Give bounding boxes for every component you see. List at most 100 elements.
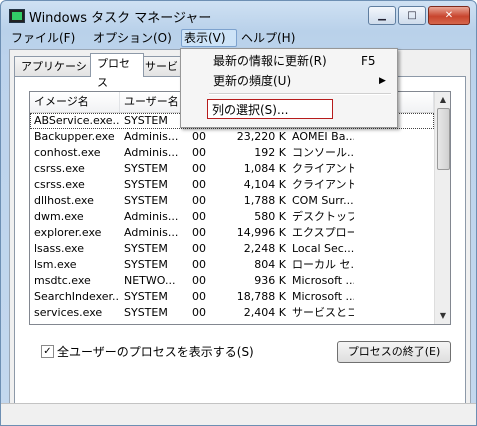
process-cpu: 00	[192, 226, 206, 239]
process-name: msdtc.exe	[34, 274, 91, 287]
minimize-button[interactable]: ▁	[368, 6, 396, 25]
process-cpu: 00	[192, 194, 206, 207]
title-bar[interactable]: Windows タスク マネージャー ▁ □ ✕	[1, 1, 476, 28]
process-memory: 192 K	[254, 146, 286, 159]
process-user: SYSTEM	[124, 194, 168, 207]
tab-applications[interactable]: アプリケーション	[14, 56, 96, 92]
process-memory: 936 K	[254, 274, 286, 287]
table-row[interactable]: dllhost.exe SYSTEM 00 1,788 K COM Surr...	[30, 193, 434, 209]
process-description: Microsoft ...	[292, 274, 354, 287]
process-memory: 1,084 K	[243, 162, 286, 175]
menu-options[interactable]: オプション(O)	[91, 30, 174, 46]
process-description: ローカル セ...	[292, 258, 354, 271]
process-memory: 1,788 K	[243, 194, 286, 207]
process-memory: 2,248 K	[243, 242, 286, 255]
process-name: csrss.exe	[34, 162, 85, 175]
menu-item-update-speed[interactable]: 更新の頻度(U) ▶	[183, 71, 393, 91]
menu-bar: ファイル(F) オプション(O) 表示(V) ヘルプ(H)	[1, 28, 476, 48]
end-process-button[interactable]: プロセスの終了(E)	[337, 341, 451, 363]
scroll-down-icon[interactable]: ▼	[437, 310, 449, 322]
menu-view[interactable]: 表示(V)	[181, 29, 237, 47]
process-description: デスクトップ...	[292, 210, 354, 223]
process-cpu: 00	[192, 242, 206, 255]
process-description: サービスとコ...	[292, 306, 354, 319]
close-button[interactable]: ✕	[428, 6, 470, 25]
table-row[interactable]: SearchIndexer... SYSTEM 00 18,788 K Microsof…	[30, 289, 434, 305]
table-row[interactable]: smss.exe SYSTEM 00 164 K Windows ...	[30, 321, 434, 324]
process-cpu: 00	[192, 178, 206, 191]
process-name: smss.exe	[34, 321, 120, 324]
process-name: ABService.exe...	[34, 114, 120, 127]
process-name: lsm.exe	[34, 258, 77, 271]
process-cpu: 00	[192, 130, 206, 143]
process-user: SYSTEM	[124, 242, 168, 255]
status-bar	[1, 403, 476, 425]
process-description: エクスプロー...	[292, 226, 354, 239]
process-user: SYSTEM	[124, 162, 168, 175]
table-row[interactable]: csrss.exe SYSTEM 00 1,084 K クライアント...	[30, 161, 434, 177]
process-memory: 580 K	[254, 210, 286, 223]
maximize-button[interactable]: □	[398, 6, 426, 25]
table-row[interactable]: lsass.exe SYSTEM 00 2,248 K Local Sec...	[30, 241, 434, 257]
process-user: Adminis...	[124, 226, 179, 239]
process-name: lsass.exe	[34, 242, 84, 255]
table-row[interactable]: conhost.exe Adminis... 00 192 K コンソール...	[30, 145, 434, 161]
process-name: dllhost.exe	[34, 194, 94, 207]
process-cpu: 00	[192, 321, 216, 324]
scroll-up-icon[interactable]: ▲	[437, 94, 449, 106]
process-description: コンソール...	[292, 146, 354, 159]
process-name: conhost.exe	[34, 146, 101, 159]
process-memory: 14,996 K	[236, 226, 286, 239]
show-all-users-label[interactable]: 全ユーザーのプロセスを表示する(S)	[57, 343, 254, 360]
process-user: Adminis...	[124, 130, 179, 143]
select-columns-label: 列の選択(S)...	[212, 103, 289, 117]
process-name: services.exe	[34, 306, 103, 319]
table-row[interactable]: Backupper.exe Adminis... 00 23,220 K AOMEI B…	[30, 129, 434, 145]
process-user: SYSTEM	[124, 178, 168, 191]
task-manager-icon	[9, 9, 25, 23]
table-row[interactable]: lsm.exe SYSTEM 00 804 K ローカル セ...	[30, 257, 434, 273]
process-memory: 2,404 K	[243, 306, 286, 319]
process-name: dwm.exe	[34, 210, 84, 223]
process-user: Adminis...	[124, 210, 179, 223]
refresh-shortcut: F5	[361, 54, 376, 68]
vertical-scrollbar[interactable]: ▲ ▼	[434, 92, 450, 324]
process-cpu: 00	[192, 306, 206, 319]
process-cpu: 00	[192, 162, 206, 175]
menu-file[interactable]: ファイル(F)	[9, 30, 77, 46]
process-memory: 164 K	[226, 321, 286, 324]
table-row[interactable]: explorer.exe Adminis... 00 14,996 K エクスプロー..…	[30, 225, 434, 241]
process-user: SYSTEM	[124, 114, 168, 127]
process-description: クライアント...	[292, 162, 354, 175]
process-user: SYSTEM	[124, 258, 168, 271]
column-image-name[interactable]: イメージ名	[30, 92, 120, 112]
process-memory: 23,220 K	[236, 130, 286, 143]
process-cpu: 00	[192, 274, 206, 287]
table-row[interactable]: dwm.exe Adminis... 00 580 K デスクトップ...	[30, 209, 434, 225]
menu-item-refresh[interactable]: 最新の情報に更新(R) F5	[183, 51, 393, 71]
process-description: Microsoft ...	[292, 290, 354, 303]
process-user: SYSTEM	[124, 306, 168, 319]
process-cpu: 00	[192, 258, 206, 271]
process-description: Windows ...	[292, 321, 354, 324]
process-name: explorer.exe	[34, 226, 102, 239]
tab-processes[interactable]: プロセス	[90, 53, 144, 89]
table-row[interactable]: msdtc.exe NETWO... 00 936 K Microsoft ...	[30, 273, 434, 289]
table-row[interactable]: csrss.exe SYSTEM 00 4,104 K クライアント...	[30, 177, 434, 193]
process-name: csrss.exe	[34, 178, 85, 191]
menu-item-select-columns[interactable]: 列の選択(S)...	[207, 99, 333, 119]
menu-help[interactable]: ヘルプ(H)	[239, 30, 297, 46]
scroll-thumb[interactable]	[437, 108, 450, 170]
refresh-label: 最新の情報に更新(R)	[213, 54, 327, 68]
process-name: Backupper.exe	[34, 130, 115, 143]
table-row[interactable]: services.exe SYSTEM 00 2,404 K サービスとコ...	[30, 305, 434, 321]
show-all-users-checkbox[interactable]: ✓	[41, 345, 54, 358]
process-cpu: 00	[192, 290, 206, 303]
process-description: クライアント...	[292, 178, 354, 191]
menu-separator	[209, 93, 391, 95]
update-speed-label: 更新の頻度(U)	[213, 74, 292, 88]
process-description: Local Sec...	[292, 242, 354, 255]
process-memory: 18,788 K	[236, 290, 286, 303]
view-menu-dropdown: 最新の情報に更新(R) F5 更新の頻度(U) ▶ 列の選択(S)...	[180, 48, 398, 128]
process-user: SYSTEM	[124, 321, 184, 324]
